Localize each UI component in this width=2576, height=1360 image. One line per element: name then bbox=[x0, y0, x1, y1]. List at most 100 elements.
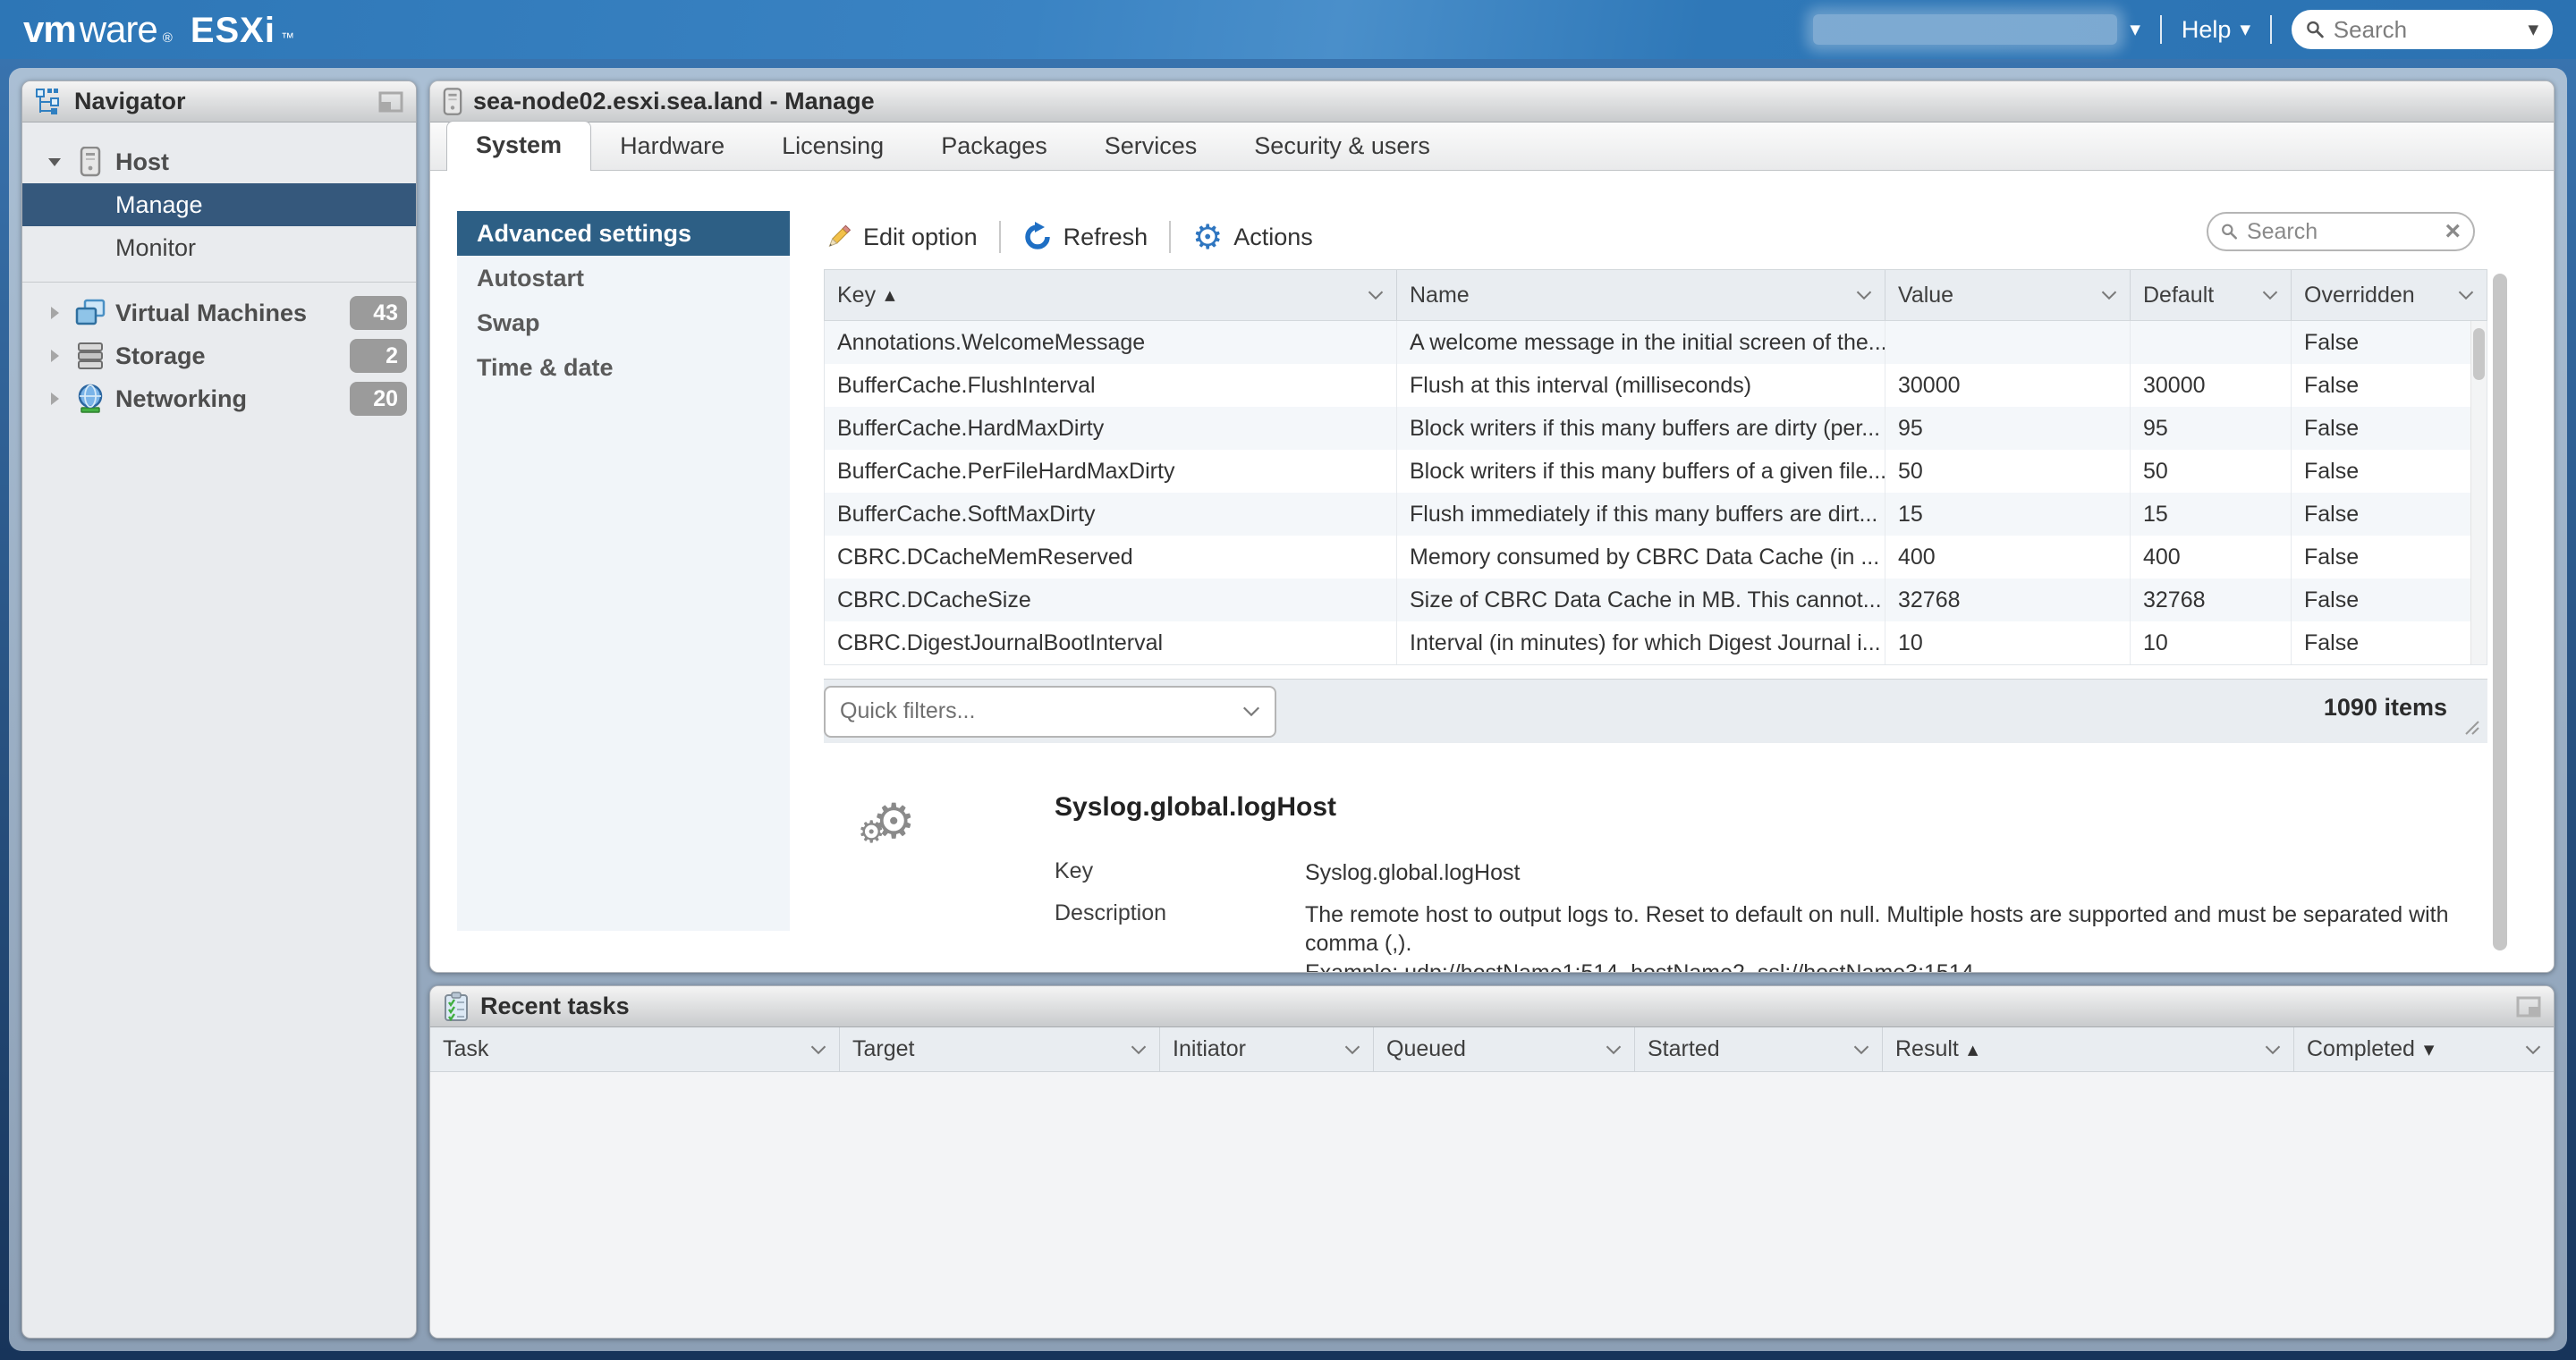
chevron-down-icon[interactable] bbox=[810, 1045, 826, 1054]
table-scrollbar[interactable] bbox=[2470, 321, 2487, 664]
chevron-down-icon: ▼ bbox=[2240, 21, 2250, 38]
sidebar-item-host[interactable]: Host bbox=[22, 140, 416, 183]
quick-filters-dropdown[interactable]: Quick filters... bbox=[824, 686, 1276, 738]
chevron-down-icon[interactable] bbox=[2525, 1045, 2541, 1054]
tab-strip: System Hardware Licensing Packages Servi… bbox=[430, 122, 2554, 171]
chevron-down-icon[interactable] bbox=[2265, 1045, 2281, 1054]
subnav-autostart[interactable]: Autostart bbox=[457, 256, 790, 300]
column-header-queued[interactable]: Queued bbox=[1374, 1027, 1635, 1071]
resize-grip-icon[interactable] bbox=[2464, 720, 2480, 736]
column-header-value[interactable]: Value bbox=[1885, 270, 2131, 320]
table-row[interactable]: BufferCache.PerFileHardMaxDirty Block wr… bbox=[825, 450, 2487, 493]
cell-overridden: False bbox=[2292, 621, 2487, 664]
caret-collapsed-icon[interactable] bbox=[38, 306, 71, 320]
detail-key-value: Syslog.global.logHost bbox=[1305, 858, 1520, 888]
sidebar-item-manage[interactable]: Manage bbox=[22, 183, 416, 226]
sidebar-item-virtual-machines[interactable]: Virtual Machines 43 bbox=[22, 291, 416, 334]
sidebar-item-networking[interactable]: Networking 20 bbox=[22, 377, 416, 420]
cell-value: 50 bbox=[1885, 450, 2131, 493]
system-tab-content: Advanced settings Autostart Swap Time & … bbox=[430, 171, 2554, 973]
brand-trademark: ™ bbox=[281, 30, 294, 46]
cell-value bbox=[1885, 321, 2131, 364]
subnav-time-date[interactable]: Time & date bbox=[457, 345, 790, 390]
tab-licensing[interactable]: Licensing bbox=[753, 122, 912, 170]
user-menu[interactable]: ▼ bbox=[1813, 14, 2140, 45]
chevron-down-icon[interactable] bbox=[2262, 291, 2278, 300]
pencil-icon bbox=[824, 223, 852, 251]
table-row[interactable]: BufferCache.HardMaxDirty Block writers i… bbox=[825, 407, 2487, 450]
tab-packages[interactable]: Packages bbox=[912, 122, 1076, 170]
cell-default bbox=[2131, 321, 2292, 364]
tasks-header-row: Task Target Initiator Queued Started Res… bbox=[430, 1027, 2554, 1072]
table-row[interactable]: BufferCache.SoftMaxDirty Flush immediate… bbox=[825, 493, 2487, 536]
sidebar-item-storage[interactable]: Storage 2 bbox=[22, 334, 416, 377]
host-server-icon bbox=[443, 88, 462, 116]
chevron-down-icon[interactable] bbox=[1368, 291, 1384, 300]
column-header-overridden[interactable]: Overridden bbox=[2292, 270, 2487, 320]
table-row[interactable]: Annotations.WelcomeMessage A welcome mes… bbox=[825, 321, 2487, 364]
detail-description-line1: The remote host to output logs to. Reset… bbox=[1305, 900, 2450, 959]
column-header-target[interactable]: Target bbox=[840, 1027, 1160, 1071]
help-menu[interactable]: Help ▼ bbox=[2182, 16, 2250, 44]
collapse-panel-icon[interactable] bbox=[2516, 996, 2541, 1018]
edit-option-button[interactable]: Edit option bbox=[824, 223, 978, 251]
sort-asc-icon: ▲ bbox=[885, 287, 895, 303]
divider bbox=[2270, 15, 2272, 44]
column-header-task[interactable]: Task bbox=[430, 1027, 840, 1071]
caret-collapsed-icon[interactable] bbox=[38, 392, 71, 406]
table-row[interactable]: BufferCache.FlushInterval Flush at this … bbox=[825, 364, 2487, 407]
tab-services[interactable]: Services bbox=[1076, 122, 1226, 170]
column-label: Default bbox=[2143, 283, 2214, 308]
actions-button[interactable]: ⚙ Actions bbox=[1192, 220, 1313, 254]
column-header-initiator[interactable]: Initiator bbox=[1160, 1027, 1374, 1071]
sidebar-item-monitor[interactable]: Monitor bbox=[22, 226, 416, 269]
sidebar-item-label: Host bbox=[115, 148, 169, 176]
main-panel-scrollbar[interactable] bbox=[2493, 274, 2507, 950]
cell-default: 50 bbox=[2131, 450, 2292, 493]
brand-registered-mark: ® bbox=[163, 30, 173, 46]
actions-label: Actions bbox=[1233, 224, 1313, 251]
chevron-down-icon[interactable] bbox=[1344, 1045, 1360, 1054]
tab-security-users[interactable]: Security & users bbox=[1225, 122, 1459, 170]
table-row[interactable]: CBRC.DCacheSize Size of CBRC Data Cache … bbox=[825, 579, 2487, 621]
chevron-down-icon[interactable] bbox=[1853, 1045, 1869, 1054]
column-header-started[interactable]: Started bbox=[1635, 1027, 1883, 1071]
column-header-key[interactable]: Key ▲ bbox=[825, 270, 1397, 320]
global-search[interactable]: ▼ bbox=[2292, 10, 2553, 49]
column-header-name[interactable]: Name bbox=[1397, 270, 1885, 320]
column-header-result[interactable]: Result ▲ bbox=[1883, 1027, 2294, 1071]
global-search-input[interactable] bbox=[2334, 16, 2520, 44]
chevron-down-icon[interactable]: ▼ bbox=[2528, 21, 2538, 38]
detail-description-line2: Example: udp://hostName1:514, hostName2,… bbox=[1305, 959, 2450, 974]
column-label: Value bbox=[1898, 283, 1953, 308]
column-header-default[interactable]: Default bbox=[2131, 270, 2292, 320]
tab-hardware[interactable]: Hardware bbox=[591, 122, 753, 170]
subnav-swap[interactable]: Swap bbox=[457, 300, 790, 345]
table-row[interactable]: CBRC.DCacheMemReserved Memory consumed b… bbox=[825, 536, 2487, 579]
settings-search[interactable]: × bbox=[2207, 212, 2475, 251]
table-row[interactable]: CBRC.DigestJournalBootInterval Interval … bbox=[825, 621, 2487, 664]
clear-search-icon[interactable]: × bbox=[2445, 218, 2461, 245]
tab-system[interactable]: System bbox=[446, 121, 591, 171]
subnav-advanced-settings[interactable]: Advanced settings bbox=[457, 211, 790, 256]
chevron-down-icon[interactable] bbox=[1606, 1045, 1622, 1054]
collapse-panel-icon[interactable] bbox=[378, 91, 403, 113]
cell-key: CBRC.DCacheSize bbox=[825, 579, 1397, 621]
caret-collapsed-icon[interactable] bbox=[38, 349, 71, 363]
chevron-down-icon: ▼ bbox=[2130, 21, 2140, 38]
scrollbar-thumb[interactable] bbox=[2473, 328, 2485, 380]
refresh-button[interactable]: Refresh bbox=[1022, 222, 1148, 252]
chevron-down-icon[interactable] bbox=[2458, 291, 2474, 300]
chevron-down-icon[interactable] bbox=[1131, 1045, 1147, 1054]
caret-expanded-icon[interactable] bbox=[38, 156, 71, 167]
navigator-title: Navigator bbox=[74, 88, 186, 115]
column-header-completed[interactable]: Completed ▼ bbox=[2294, 1027, 2554, 1071]
tasks-empty-body bbox=[430, 1072, 2554, 1339]
chevron-down-icon[interactable] bbox=[2101, 291, 2117, 300]
column-label: Started bbox=[1648, 1036, 1720, 1062]
networking-count-badge: 20 bbox=[350, 382, 407, 416]
cell-name: Block writers if this many buffers of a … bbox=[1397, 450, 1885, 493]
settings-search-input[interactable] bbox=[2247, 219, 2436, 245]
help-label: Help bbox=[2182, 16, 2232, 44]
chevron-down-icon[interactable] bbox=[1856, 291, 1872, 300]
